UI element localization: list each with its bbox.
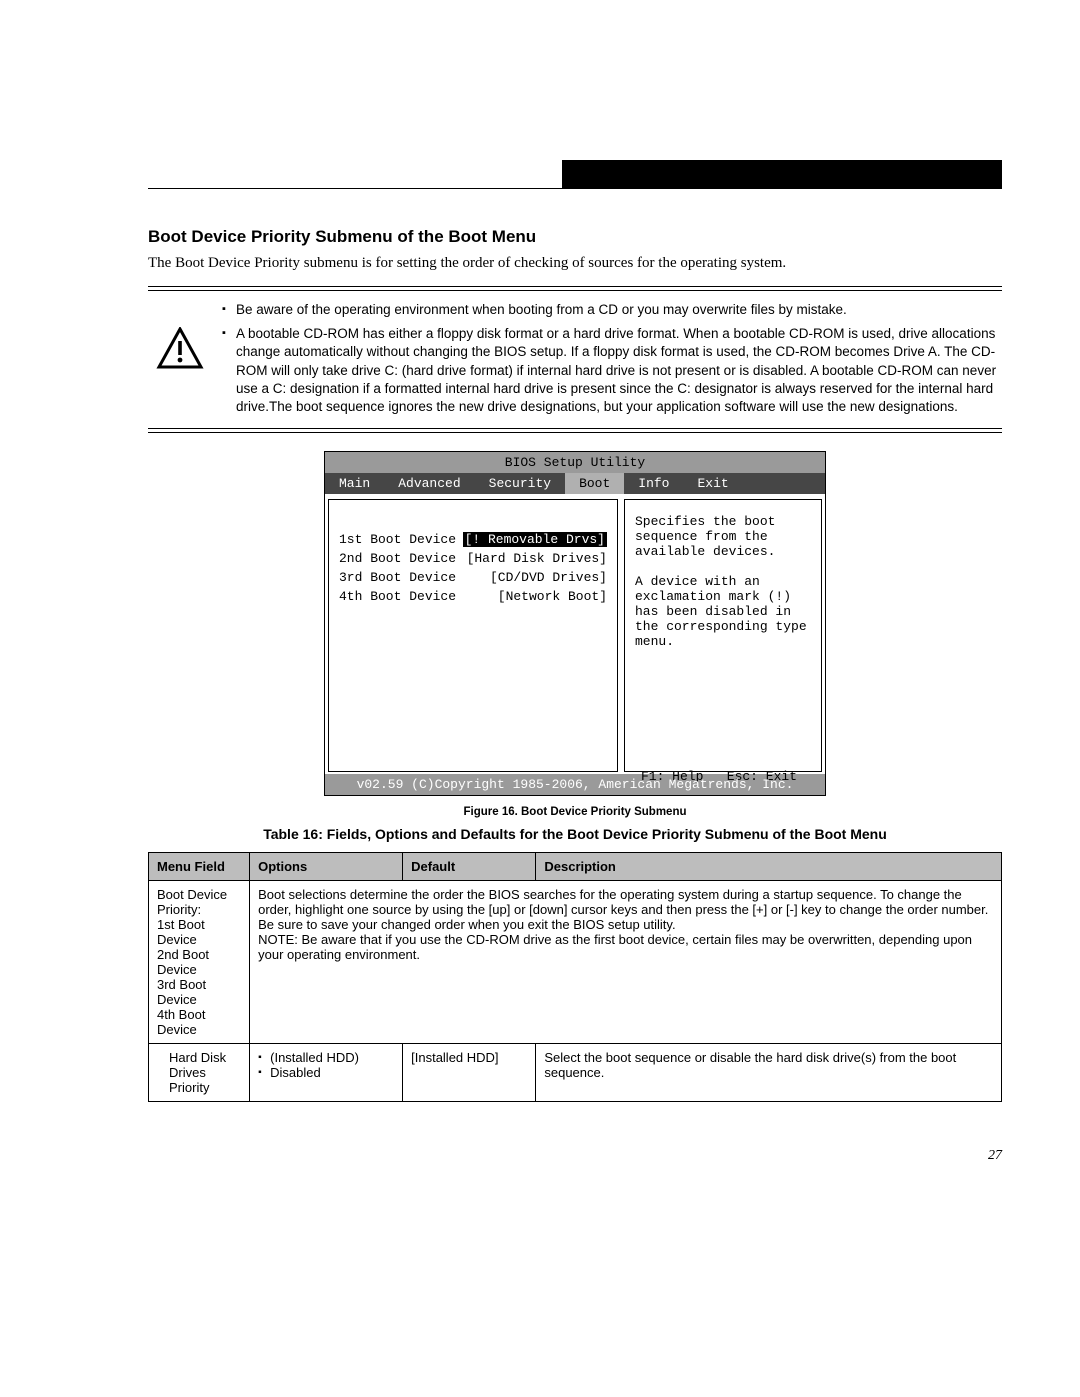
notice-block: Be aware of the operating environment wh…: [148, 286, 1002, 433]
warning-icon: [156, 327, 204, 376]
bios-footer: v02.59 (C)Copyright 1985-2006, American …: [325, 774, 825, 795]
cell-default: [Installed HDD]: [403, 1044, 536, 1102]
table-row: Boot Device Priority: 1st Boot Device 2n…: [149, 881, 1002, 1044]
bios-tab-info[interactable]: Info: [624, 473, 683, 494]
option-item: Disabled: [258, 1065, 394, 1080]
bios-row-value: [! Removable Drvs]: [463, 532, 607, 547]
bios-help-text: Specifies the boot sequence from the ava…: [635, 514, 811, 649]
notice-bot-rule-2: [148, 432, 1002, 433]
notice-top-rule-1: [148, 286, 1002, 287]
page-number: 27: [148, 1148, 1002, 1164]
bios-row-value: [Network Boot]: [498, 589, 607, 604]
notice-top-rule-2: [148, 290, 1002, 291]
bios-tab-main[interactable]: Main: [325, 473, 384, 494]
bios-row-label: 4th Boot Device: [339, 589, 456, 604]
bios-tab-security[interactable]: Security: [475, 473, 565, 494]
header-black-bar: [562, 160, 1002, 188]
bios-right-panel: Specifies the boot sequence from the ava…: [624, 499, 822, 772]
th-options: Options: [250, 853, 403, 881]
bios-row-value: [CD/DVD Drives]: [490, 570, 607, 585]
bios-row-4[interactable]: 4th Boot Device [Network Boot]: [339, 589, 607, 604]
bios-title: BIOS Setup Utility: [325, 452, 825, 473]
top-rule: [148, 188, 1002, 189]
section-title: Boot Device Priority Submenu of the Boot…: [148, 227, 1002, 247]
bios-row-1[interactable]: 1st Boot Device [! Removable Drvs]: [339, 532, 607, 547]
cell-field: Hard Disk Drives Priority: [149, 1044, 250, 1102]
bios-row-label: 2nd Boot Device: [339, 551, 456, 566]
th-menu-field: Menu Field: [149, 853, 250, 881]
notice-item-2: A bootable CD-ROM has either a floppy di…: [222, 325, 1002, 416]
cell-merged-desc: Boot selections determine the order the …: [250, 881, 1002, 1044]
bios-tab-advanced[interactable]: Advanced: [384, 473, 474, 494]
bios-row-3[interactable]: 3rd Boot Device [CD/DVD Drives]: [339, 570, 607, 585]
bios-row-2[interactable]: 2nd Boot Device [Hard Disk Drives]: [339, 551, 607, 566]
options-table: Menu Field Options Default Description B…: [148, 852, 1002, 1102]
bios-tab-boot[interactable]: Boot: [565, 473, 624, 494]
bios-tabs: Main Advanced Security Boot Info Exit: [325, 473, 825, 494]
notice-bot-rule-1: [148, 428, 1002, 429]
bios-tab-exit[interactable]: Exit: [684, 473, 743, 494]
figure-caption: Figure 16. Boot Device Priority Submenu: [148, 806, 1002, 818]
cell-desc: Select the boot sequence or disable the …: [536, 1044, 1002, 1102]
bios-window: BIOS Setup Utility Main Advanced Securit…: [324, 451, 826, 796]
th-default: Default: [403, 853, 536, 881]
bios-row-value: [Hard Disk Drives]: [467, 551, 607, 566]
notice-item-1: Be aware of the operating environment wh…: [222, 301, 1002, 319]
bios-row-label: 3rd Boot Device: [339, 570, 456, 585]
bios-left-panel: 1st Boot Device [! Removable Drvs] 2nd B…: [328, 499, 618, 772]
table-row: Hard Disk Drives Priority (Installed HDD…: [149, 1044, 1002, 1102]
option-item: (Installed HDD): [258, 1050, 394, 1065]
intro-paragraph: The Boot Device Priority submenu is for …: [148, 255, 1002, 272]
cell-options: (Installed HDD) Disabled: [250, 1044, 403, 1102]
table-caption: Table 16: Fields, Options and Defaults f…: [148, 826, 1002, 842]
bios-row-label: 1st Boot Device: [339, 532, 456, 547]
cell-field: Boot Device Priority: 1st Boot Device 2n…: [149, 881, 250, 1044]
th-description: Description: [536, 853, 1002, 881]
